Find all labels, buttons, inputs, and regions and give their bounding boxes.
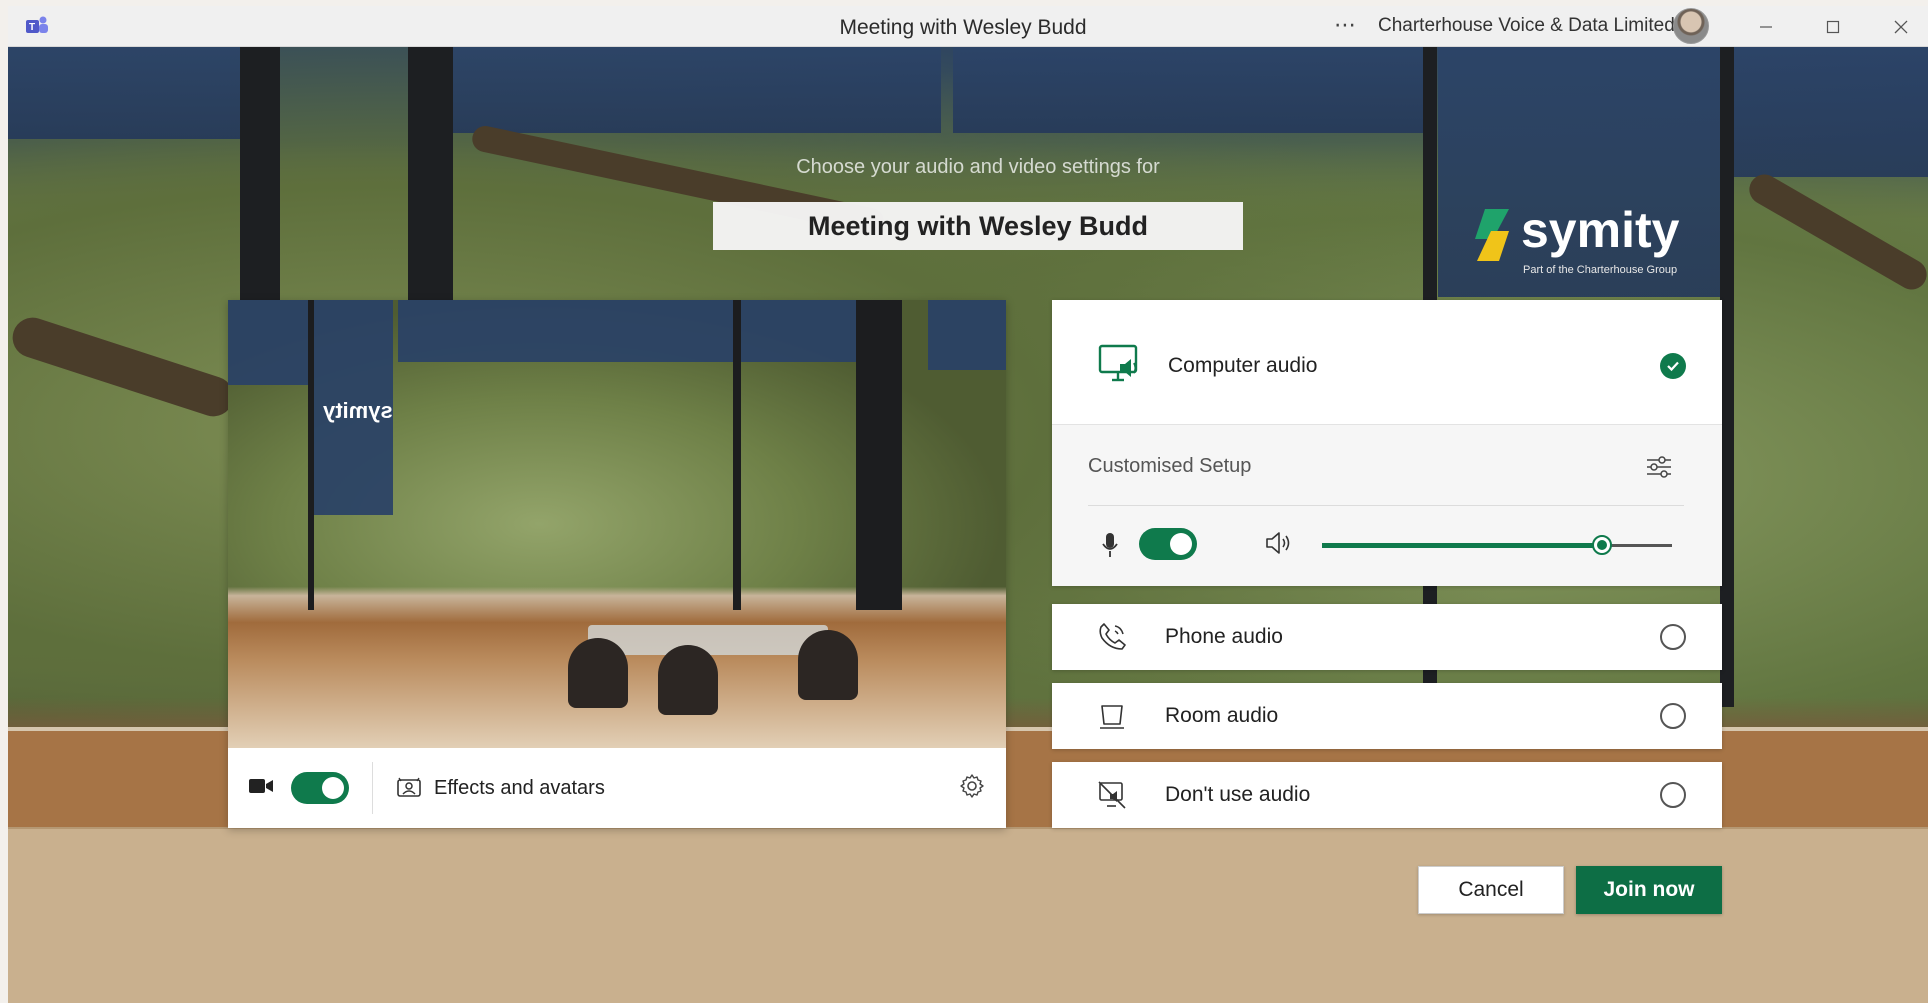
room-audio-radio[interactable] bbox=[1660, 703, 1686, 729]
no-audio-label: Don't use audio bbox=[1165, 783, 1311, 806]
symity-leaf-icon bbox=[1475, 209, 1509, 261]
camera-toggle[interactable] bbox=[291, 772, 349, 804]
title-bar: T Meeting with Wesley Budd ⋯ Charterhous… bbox=[8, 6, 1928, 47]
checkmark-icon bbox=[1667, 361, 1679, 372]
cancel-button[interactable]: Cancel bbox=[1418, 866, 1564, 914]
window-frame bbox=[308, 300, 314, 610]
selected-check-icon bbox=[1660, 353, 1686, 379]
tree-branch bbox=[1743, 169, 1928, 295]
maximize-icon bbox=[1826, 20, 1840, 33]
microphone-toggle[interactable] bbox=[1139, 528, 1197, 560]
slider-fill bbox=[1322, 543, 1602, 548]
speaker-volume-slider[interactable] bbox=[1322, 535, 1672, 555]
maximize-button[interactable] bbox=[1803, 6, 1863, 47]
brand-tagline: Part of the Charterhouse Group bbox=[1523, 264, 1678, 276]
room-audio-label: Room audio bbox=[1165, 704, 1279, 727]
preview-chair bbox=[568, 638, 628, 708]
close-icon bbox=[1894, 20, 1908, 33]
prejoin-prompt: Choose your audio and video settings for bbox=[796, 156, 1160, 178]
slider-thumb[interactable] bbox=[1592, 535, 1612, 555]
video-controls-bar: Effects and avatars bbox=[228, 748, 1006, 828]
room-device-icon bbox=[1100, 705, 1124, 729]
meeting-title: Meeting with Wesley Budd bbox=[713, 202, 1243, 250]
toggle-knob bbox=[1170, 533, 1192, 555]
window-frame bbox=[1720, 47, 1734, 707]
device-settings-icon[interactable] bbox=[1645, 453, 1673, 481]
computer-audio-card: Computer audio Customised Setup bbox=[1052, 300, 1722, 586]
window-frame bbox=[733, 300, 741, 610]
phone-icon bbox=[1099, 623, 1126, 650]
organization-name[interactable]: Charterhouse Voice & Data Limited bbox=[1378, 15, 1675, 37]
no-audio-radio[interactable] bbox=[1660, 782, 1686, 808]
window-blind bbox=[228, 300, 308, 385]
preview-chair bbox=[798, 630, 858, 700]
phone-audio-radio[interactable] bbox=[1660, 624, 1686, 650]
avatar[interactable] bbox=[1673, 8, 1709, 44]
speaker-icon bbox=[1266, 532, 1290, 554]
computer-audio-option[interactable]: Computer audio bbox=[1052, 300, 1722, 425]
audio-setup-section: Customised Setup bbox=[1052, 425, 1722, 586]
brand-name: symity bbox=[1521, 202, 1680, 258]
divider bbox=[1088, 505, 1684, 506]
join-now-button[interactable]: Join now bbox=[1576, 866, 1722, 914]
preview-table bbox=[588, 625, 828, 655]
gear-icon[interactable] bbox=[958, 772, 986, 800]
window-blind bbox=[398, 300, 733, 362]
preview-chair bbox=[658, 645, 718, 715]
camera-icon bbox=[249, 779, 273, 793]
preview-logo-text: symity bbox=[323, 398, 393, 423]
floor bbox=[8, 827, 1928, 1003]
teams-window: T Meeting with Wesley Budd ⋯ Charterhous… bbox=[8, 6, 1928, 1003]
video-preview-panel: symity Effects and avatars bbox=[228, 300, 1006, 828]
no-audio-option[interactable]: Don't use audio bbox=[1052, 762, 1722, 828]
computer-audio-label: Computer audio bbox=[1168, 354, 1318, 377]
effects-icon bbox=[397, 777, 421, 797]
window-frame bbox=[856, 300, 902, 610]
ellipsis-icon[interactable]: ⋯ bbox=[1334, 12, 1357, 38]
window-blind bbox=[953, 47, 1423, 133]
effects-label: Effects and avatars bbox=[434, 776, 605, 799]
minimize-button[interactable] bbox=[1736, 6, 1796, 47]
close-button[interactable] bbox=[1871, 6, 1928, 47]
toggle-knob bbox=[322, 777, 344, 799]
microphone-icon bbox=[1102, 533, 1118, 557]
phone-audio-label: Phone audio bbox=[1165, 625, 1283, 648]
symity-logo: symity Part of the Charterhouse Group bbox=[1463, 201, 1703, 281]
window-blind bbox=[1733, 47, 1928, 177]
window-blind bbox=[451, 47, 941, 133]
window-blind bbox=[8, 47, 240, 139]
no-audio-icon bbox=[1098, 781, 1126, 809]
computer-audio-icon bbox=[1098, 344, 1138, 382]
phone-audio-option[interactable]: Phone audio bbox=[1052, 604, 1722, 670]
effects-and-avatars-button[interactable]: Effects and avatars bbox=[396, 768, 605, 808]
tree-branch bbox=[8, 312, 239, 422]
divider bbox=[372, 762, 373, 814]
setup-label: Customised Setup bbox=[1088, 455, 1252, 477]
camera-preview: symity bbox=[228, 300, 1006, 748]
room-audio-option[interactable]: Room audio bbox=[1052, 683, 1722, 749]
window-blind bbox=[928, 300, 1006, 370]
minimize-icon bbox=[1760, 25, 1772, 28]
